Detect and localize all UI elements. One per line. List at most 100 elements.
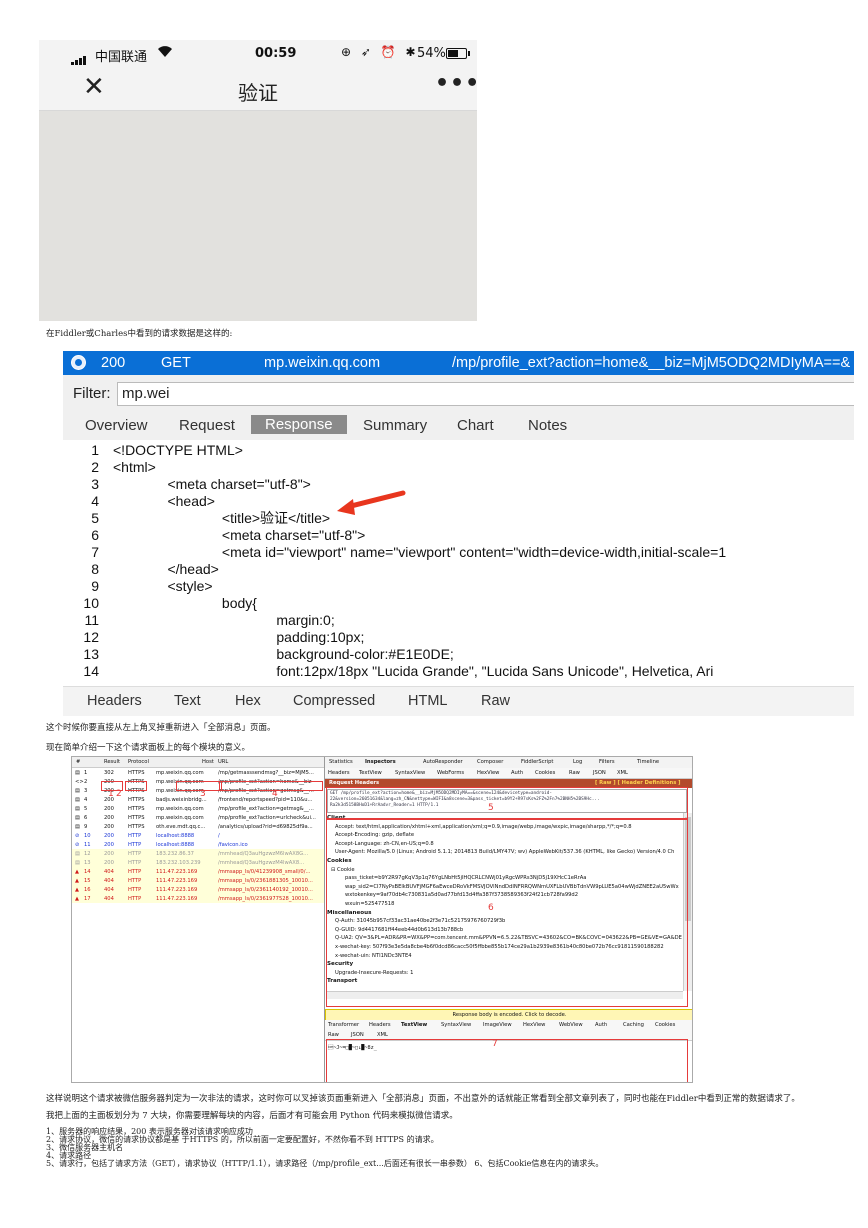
session-result: 200 <box>104 851 114 857</box>
session-result: 200 <box>104 860 114 866</box>
marker-box-host <box>176 781 222 791</box>
tool-composer[interactable]: Composer <box>477 759 503 765</box>
resp-tab-transformer[interactable]: Transformer <box>328 1022 359 1028</box>
tab-notes[interactable]: Notes <box>528 417 567 434</box>
session-host: localhost:8888 <box>156 842 195 848</box>
marker-6: 6 <box>488 903 494 913</box>
resp-tab-caching[interactable]: Caching <box>623 1022 644 1028</box>
line-text: <!DOCTYPE HTML> <box>113 442 243 458</box>
session-host: mp.weixin.qq.com <box>156 815 204 821</box>
resp-tab-textview[interactable]: TextView <box>401 1022 427 1028</box>
line-text: <meta charset="utf-8"> <box>113 476 311 492</box>
marker-box-request-line <box>326 787 688 819</box>
session-id: 13 <box>84 860 91 866</box>
col-url[interactable]: URL <box>218 759 228 765</box>
line-text: background-color:#E1E0DE; <box>113 646 454 662</box>
filter-input[interactable]: mp.wei <box>117 382 854 406</box>
session-row[interactable]: ▲ 16 404 HTTP 111.47.223.169/mmsapp_ls/0/236… <box>72 885 324 894</box>
req-tab-raw[interactable]: Raw <box>569 770 580 776</box>
code-line: 1 <!DOCTYPE HTML> <box>63 442 854 458</box>
page-title: 验证 <box>238 81 278 105</box>
resp-tab-headers[interactable]: Headers <box>369 1022 391 1028</box>
session-url: /mp/getmasssendmsg?__biz=MjM5... <box>218 770 314 776</box>
tool-statistics[interactable]: Statistics <box>329 759 353 765</box>
tab-html[interactable]: HTML <box>408 693 447 709</box>
resp-tab-raw[interactable]: Raw <box>328 1032 339 1038</box>
marker-3: 3 <box>200 789 206 799</box>
code-line: 10 body{ <box>63 595 854 611</box>
req-tab-json[interactable]: JSON <box>593 770 606 776</box>
response-source[interactable]: 1 <!DOCTYPE HTML> 2 <html> 3 <meta charset="… <box>63 440 854 686</box>
req-tab-auth[interactable]: Auth <box>511 770 523 776</box>
req-tab-xml[interactable]: XML <box>617 770 628 776</box>
resp-tab-xml[interactable]: XML <box>377 1032 388 1038</box>
more-icon[interactable]: ••• <box>435 71 477 96</box>
tool-log[interactable]: Log <box>573 759 582 765</box>
req-tab-webforms[interactable]: WebForms <box>437 770 464 776</box>
resp-tab-cookies[interactable]: Cookies <box>655 1022 675 1028</box>
status-icons: ⊕ ➶ ⏰ ✱ <box>341 45 419 59</box>
tab-chart[interactable]: Chart <box>457 417 494 434</box>
session-id: 17 <box>84 896 91 902</box>
tool-autoresponder[interactable]: AutoResponder <box>423 759 463 765</box>
session-protocol: HTTPS <box>128 824 145 830</box>
wifi-icon <box>157 44 173 62</box>
tab-request[interactable]: Request <box>179 417 235 434</box>
tab-hex[interactable]: Hex <box>235 693 261 709</box>
resp-tab-webview[interactable]: WebView <box>559 1022 583 1028</box>
req-tab-textview[interactable]: TextView <box>359 770 382 776</box>
tab-response[interactable]: Response <box>251 415 347 434</box>
request-headers-links[interactable]: [ Raw ] [ Header Definitions ] <box>595 780 681 786</box>
session-row[interactable]: ▤ 6 200 HTTPS mp.weixin.qq.com/mp/profile_ex… <box>72 813 324 822</box>
req-tab-headers[interactable]: Headers <box>328 770 350 776</box>
session-row[interactable]: ▤ 9 200 HTTPS oth.eve.mdt.qq.c... /analytics/… <box>72 822 324 831</box>
req-tab-hexview[interactable]: HexView <box>477 770 499 776</box>
tab-compressed[interactable]: Compressed <box>293 693 375 709</box>
tool-fiddlerscript[interactable]: FiddlerScript <box>521 759 553 765</box>
session-type-icon: ▤ <box>75 815 80 821</box>
tool-inspectors[interactable]: Inspectors <box>365 759 396 765</box>
marker-5: 5 <box>488 803 494 813</box>
tab-overview[interactable]: Overview <box>85 417 148 434</box>
col-host[interactable]: Host <box>202 759 214 765</box>
session-id: 4 <box>84 797 88 803</box>
line-number: 1 <box>91 442 99 458</box>
tab-headers[interactable]: Headers <box>87 693 142 709</box>
col-protocol[interactable]: Protocol <box>128 759 149 765</box>
session-row[interactable]: ▤ 5 200 HTTPS mp.weixin.qq.com/mp/profile_ex… <box>72 804 324 813</box>
tab-summary[interactable]: Summary <box>363 417 427 434</box>
session-row[interactable]: ⊘ 11 200 HTTP localhost:8888/favicon.ico <box>72 840 324 849</box>
session-method: GET <box>161 355 191 371</box>
col-id[interactable]: # <box>76 759 80 765</box>
session-row[interactable]: ▲ 17 404 HTTP 111.47.223.169/mmsapp_ls/0/236… <box>72 894 324 903</box>
resp-tab-hexview[interactable]: HexView <box>523 1022 545 1028</box>
req-tab-syntaxview[interactable]: SyntaxView <box>395 770 425 776</box>
resp-tab-auth[interactable]: Auth <box>595 1022 607 1028</box>
marker-7: 7 <box>492 1039 498 1049</box>
session-protocol: HTTP <box>128 878 142 884</box>
tab-raw[interactable]: Raw <box>481 693 510 709</box>
tool-timeline[interactable]: Timeline <box>637 759 659 765</box>
session-row[interactable]: ▤ 13 200 HTTP 183.232.103.239/mmhead/Q3auHgz… <box>72 858 324 867</box>
session-row[interactable]: ▤ 12 200 HTTP 183.232.86.37/mmhead/Q3auHgzwz… <box>72 849 324 858</box>
selected-session-row[interactable]: 200 GET mp.weixin.qq.com /mp/profile_ext… <box>63 351 854 375</box>
resp-tab-imageview[interactable]: ImageView <box>483 1022 512 1028</box>
col-result[interactable]: Result <box>104 759 120 765</box>
session-url: /mp/profile_ext?action=urlcheck&ui... <box>218 815 316 821</box>
list-item: 2、请求协议，微信的请求协议都是基 于HTTPS 的，所以前面一定要配置好，不然… <box>46 1135 439 1144</box>
line-number: 5 <box>91 510 99 526</box>
session-list-header: # Result Protocol Host URL <box>72 757 324 768</box>
session-id: 10 <box>84 833 91 839</box>
session-row[interactable]: ▲ 14 404 HTTP 111.47.223.169/mmsapp_ls/0/412… <box>72 867 324 876</box>
session-row[interactable]: ▤ 1 302 HTTPS mp.weixin.qq.com/mp/getmasssen… <box>72 768 324 777</box>
tool-filters[interactable]: Filters <box>599 759 615 765</box>
session-row[interactable]: ▲ 15 404 HTTP 111.47.223.169/mmsapp_ls/0/236… <box>72 876 324 885</box>
session-id: 15 <box>84 878 91 884</box>
code-line: 3 <meta charset="utf-8"> <box>63 476 854 492</box>
resp-tab-json[interactable]: JSON <box>351 1032 364 1038</box>
session-row[interactable]: ⊘ 10 200 HTTP localhost:8888 / <box>72 831 324 840</box>
resp-tab-syntaxview[interactable]: SyntaxView <box>441 1022 471 1028</box>
req-tab-cookies[interactable]: Cookies <box>535 770 555 776</box>
tab-text[interactable]: Text <box>174 693 201 709</box>
line-text: margin:0; <box>113 612 335 628</box>
